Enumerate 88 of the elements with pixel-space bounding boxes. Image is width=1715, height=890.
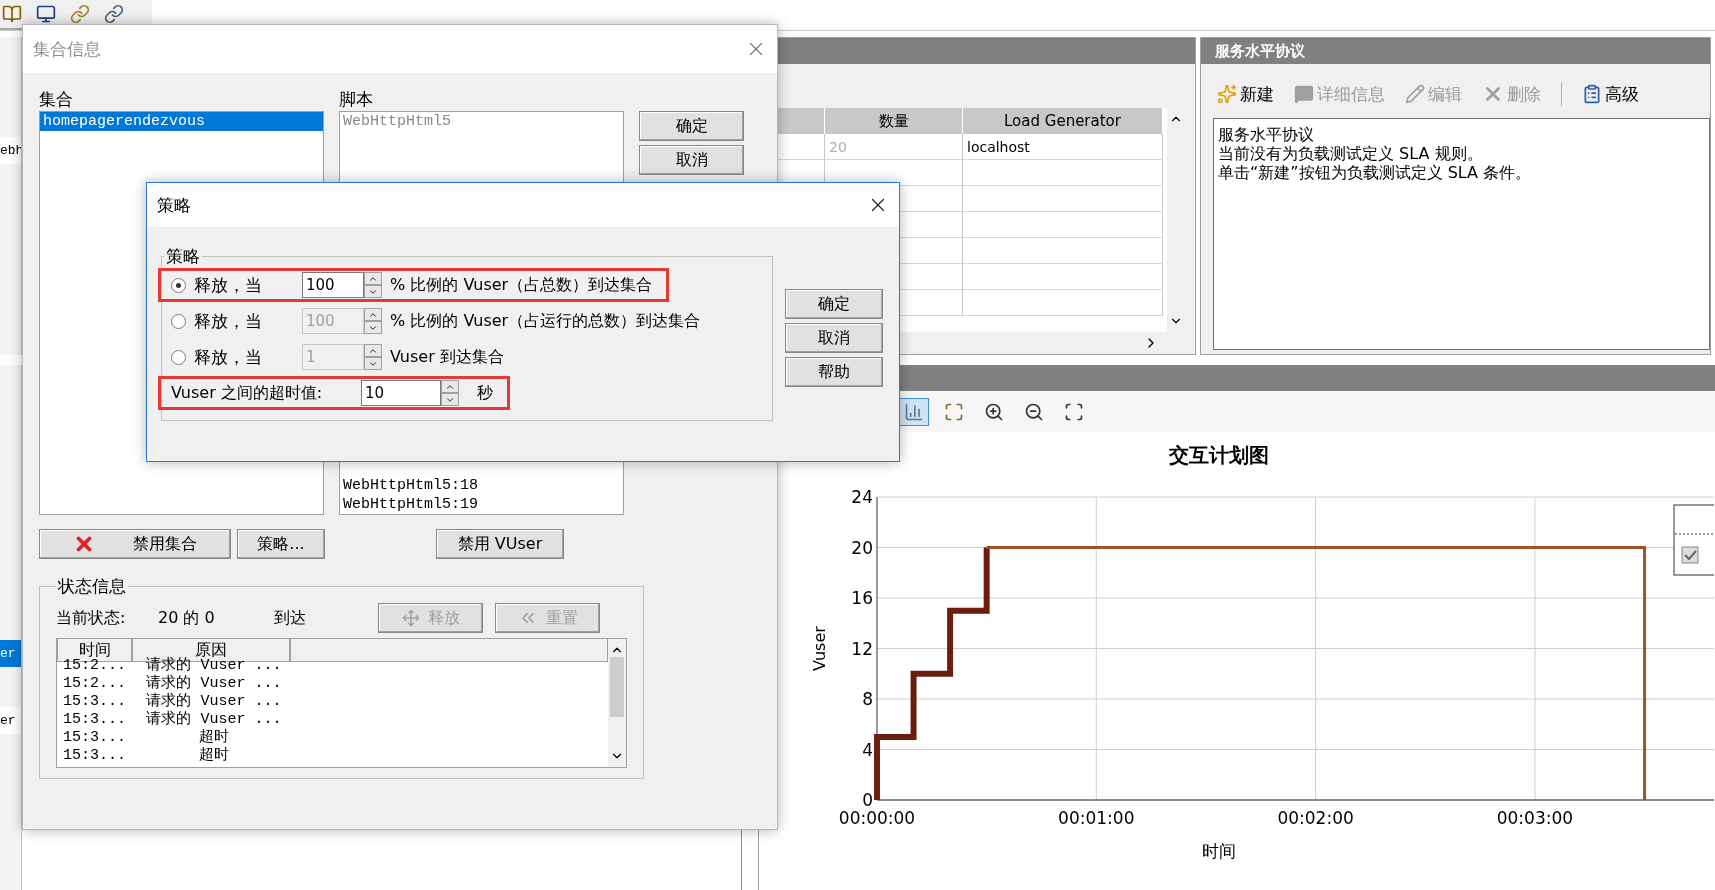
- table-cell-text: 15:2...: [62, 675, 127, 693]
- option-text: Vuser 到达集合: [390, 346, 504, 368]
- y-tick-label: 4: [862, 739, 873, 760]
- table-cell-text: 超时: [198, 747, 230, 765]
- bar-chart-icon: [904, 401, 924, 422]
- unit-label: 秒: [477, 382, 493, 404]
- column-header[interactable]: Load Generator: [963, 108, 1163, 134]
- option-text: % 比例的 Vuser（占总数）到达集合: [390, 274, 653, 296]
- zoom-fit-icon: [1064, 401, 1084, 422]
- list-label: 脚本: [339, 88, 374, 111]
- table-cell-text: 15:3...: [62, 747, 127, 765]
- message-icon: [1294, 84, 1314, 104]
- list-item[interactable]: er: [0, 707, 21, 734]
- x-axis-label: 时间: [1202, 841, 1236, 861]
- clipboard-list-icon: [1582, 84, 1602, 104]
- spin-up-button[interactable]: [441, 380, 459, 393]
- dialog-button[interactable]: 取消: [785, 323, 883, 353]
- option-text: % 比例的 Vuser（占运行的总数）到达集合: [390, 310, 701, 332]
- table-cell-text: 请求的 Vuser ...: [145, 711, 283, 728]
- dialog-button[interactable]: 确定: [639, 111, 744, 141]
- link-icon: [104, 4, 124, 24]
- column-header[interactable]: [290, 639, 608, 662]
- table-cell-text: 请求的 Vuser ...: [145, 675, 283, 692]
- fit-icon: [944, 401, 964, 422]
- action-button[interactable]: 策略...: [237, 529, 325, 559]
- dialog-button[interactable]: 确定: [785, 289, 883, 319]
- table-cell: 20: [825, 134, 963, 160]
- x-tick-label: 00:00:00: [838, 808, 916, 828]
- sparkle-icon: [1217, 84, 1237, 104]
- scrollbar-thumb[interactable]: [610, 657, 624, 717]
- vertical-scrollbar[interactable]: [608, 639, 626, 767]
- spin-down-button[interactable]: [364, 285, 382, 298]
- toolbar-button[interactable]: 新建: [1217, 82, 1274, 106]
- dialog-button[interactable]: 取消: [639, 145, 744, 175]
- list-label: 集合: [39, 88, 74, 111]
- list-item[interactable]: WebHttpHtml5:18: [340, 476, 623, 495]
- dialog-button[interactable]: 帮助: [785, 357, 883, 387]
- radio-button[interactable]: [171, 277, 186, 293]
- option-label: 释放，当: [194, 309, 263, 333]
- table-cell-text: 15:3...: [62, 729, 127, 747]
- number-field[interactable]: 10: [361, 380, 441, 406]
- option-label: 释放，当: [194, 345, 263, 369]
- x-tick-label: 00:01:00: [1058, 808, 1135, 828]
- list-item[interactable]: homepagerendezvous: [40, 112, 323, 131]
- pencil-icon: [1405, 84, 1425, 104]
- table-cell-text: 请求的 Vuser ...: [145, 693, 283, 710]
- x-tick-label: 00:02:00: [1277, 808, 1354, 828]
- state-text: 到达: [274, 607, 307, 629]
- table-cell-text: 15:3...: [62, 693, 127, 711]
- list-item[interactable]: WebHttpHtml5:19: [340, 495, 623, 514]
- y-tick-label: 24: [851, 487, 873, 507]
- chart-title: 交互计划图: [1169, 443, 1269, 467]
- group-title: 策略: [165, 245, 201, 268]
- dialog-title: 策略: [157, 193, 191, 217]
- link-icon: [70, 4, 90, 24]
- monitor-icon: [36, 4, 56, 24]
- table-cell-text: 超时: [198, 729, 230, 746]
- y-tick-label: 8: [862, 689, 873, 709]
- table-cell: localhost: [963, 134, 1163, 160]
- text-line: 当前没有为负载测试定义 SLA 规则。: [1218, 144, 1484, 163]
- dialog-title: 集合信息: [33, 37, 101, 61]
- text-line: 服务水平协议: [1218, 125, 1315, 144]
- y-tick-label: 12: [851, 638, 873, 659]
- book-icon: [2, 4, 22, 24]
- spin-down-button[interactable]: [441, 393, 459, 406]
- x-tick-label: 00:03:00: [1496, 808, 1574, 828]
- zoom-out-icon: [1024, 401, 1044, 422]
- text-line: 单击“新建”按钮为负载测试定义 SLA 条件。: [1218, 163, 1533, 182]
- state-value: 20 的 0: [158, 607, 216, 629]
- y-tick-label: 16: [851, 588, 873, 608]
- group-title: 状态信息: [57, 575, 127, 598]
- toolbar-button[interactable]: 高级: [1582, 82, 1639, 106]
- action-button[interactable]: 禁用 VUser: [436, 529, 564, 559]
- zoom-in-icon: [984, 401, 1004, 422]
- y-axis-label: Vuser: [810, 626, 829, 671]
- spin-up-button[interactable]: [364, 272, 382, 285]
- option-label: 释放，当: [194, 273, 263, 297]
- timeout-label: Vuser 之间的超时值:: [171, 382, 324, 404]
- list-item[interactable]: er: [0, 640, 21, 667]
- y-tick-label: 20: [851, 537, 873, 558]
- panel-title: 服务水平协议: [1201, 38, 1710, 64]
- number-field[interactable]: 100: [302, 272, 364, 298]
- move-icon: [401, 609, 420, 627]
- y-tick-label: 0: [862, 790, 873, 810]
- table-cell-text: 15:3...: [62, 711, 127, 729]
- action-button[interactable]: 禁用集合: [39, 529, 231, 559]
- state-label: 当前状态:: [56, 607, 127, 629]
- column-header[interactable]: 数量: [825, 108, 963, 134]
